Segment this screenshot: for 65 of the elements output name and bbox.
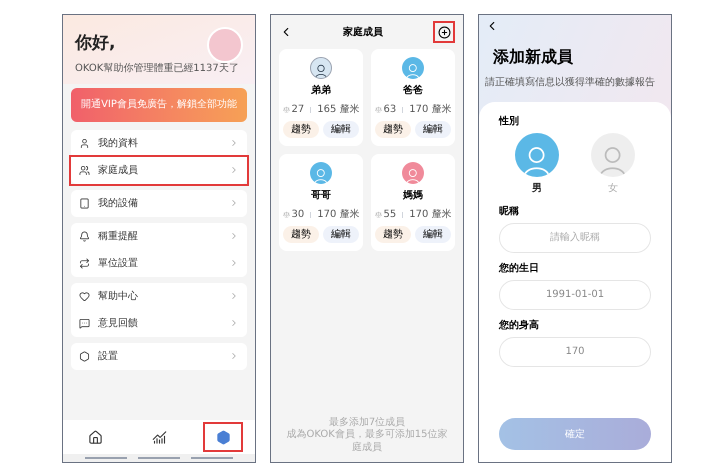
menu-item[interactable]: 我的資料 bbox=[71, 130, 247, 156]
avatar-icon bbox=[402, 57, 424, 79]
field-label: 您的身高 bbox=[499, 318, 540, 332]
height-text: 170 釐米 bbox=[317, 208, 360, 222]
trend-button[interactable]: 趨勢 bbox=[375, 121, 411, 138]
weight-text: 55 bbox=[384, 208, 396, 222]
height-text: 170 釐米 bbox=[409, 102, 452, 117]
scale-icon bbox=[282, 106, 290, 113]
repeat-icon bbox=[79, 258, 90, 268]
avatar-icon bbox=[310, 57, 332, 79]
people-icon bbox=[79, 164, 90, 176]
settings-icon bbox=[216, 430, 230, 444]
greeting: 你好, bbox=[75, 32, 116, 55]
trend-button[interactable]: 趨勢 bbox=[283, 121, 319, 138]
member-name: 媽媽 bbox=[403, 189, 423, 203]
avatar-icon bbox=[402, 162, 424, 184]
member-name: 弟弟 bbox=[311, 84, 331, 98]
field-label: 您的生日 bbox=[499, 262, 540, 276]
trend-button[interactable]: 趨勢 bbox=[375, 226, 411, 243]
height-text: 170 釐米 bbox=[409, 208, 452, 222]
heart-icon bbox=[79, 290, 90, 302]
chat-icon bbox=[79, 318, 90, 328]
edit-button[interactable]: 編輯 bbox=[415, 121, 451, 138]
weight-text: 27 bbox=[292, 103, 304, 117]
subtitle: 請正確填寫信息以獲得準確的數據報告 bbox=[485, 77, 656, 90]
chart-icon bbox=[152, 430, 166, 444]
gender-option[interactable]: 男 bbox=[515, 132, 559, 196]
footer-note: 成為OKOK會員，最多可添加15位家庭成員 bbox=[285, 429, 449, 454]
screen-title: 家庭成員 bbox=[343, 25, 383, 40]
member-name: 爸爸 bbox=[403, 84, 423, 98]
weight-text: 30 bbox=[292, 208, 304, 222]
bell-icon bbox=[79, 230, 90, 242]
footer-note: 最多添加7位成員 bbox=[328, 416, 406, 428]
edit-button[interactable]: 編輯 bbox=[415, 226, 451, 243]
menu-item[interactable]: 設置 bbox=[71, 342, 247, 370]
menu-item[interactable]: 意見回饋 bbox=[71, 310, 247, 336]
add-button[interactable] bbox=[433, 21, 455, 43]
input-field[interactable]: 請輸入昵稱 bbox=[499, 222, 651, 252]
height-text: 165 釐米 bbox=[317, 102, 360, 117]
hexagon-icon bbox=[79, 350, 90, 362]
subtitle: OKOK幫助你管理體重已經1137天了 bbox=[75, 63, 240, 76]
edit-button[interactable]: 編輯 bbox=[323, 121, 359, 138]
scale-icon bbox=[374, 106, 382, 113]
input-field[interactable]: 170 bbox=[499, 336, 651, 366]
menu-item[interactable]: 我的設備 bbox=[71, 190, 247, 216]
plus-icon bbox=[438, 26, 450, 38]
avatar bbox=[207, 27, 243, 63]
input-field[interactable]: 1991-01-01 bbox=[499, 280, 651, 310]
edit-button[interactable]: 編輯 bbox=[323, 226, 359, 243]
menu-item[interactable]: 單位設置 bbox=[71, 250, 247, 276]
menu-item[interactable]: 幫助中心 bbox=[71, 282, 247, 310]
field-label: 性別 bbox=[499, 114, 520, 128]
person-icon bbox=[79, 138, 90, 148]
avatar-icon bbox=[310, 162, 332, 184]
scale-icon bbox=[282, 211, 290, 218]
field-label: 昵稱 bbox=[499, 204, 520, 218]
device-icon bbox=[79, 198, 90, 208]
scale-icon bbox=[374, 211, 382, 218]
menu-item[interactable]: 家庭成員 bbox=[71, 156, 247, 184]
weight-text: 63 bbox=[384, 103, 396, 117]
member-name: 哥哥 bbox=[311, 189, 331, 203]
screen-title: 添加新成員 bbox=[493, 46, 574, 68]
menu-item[interactable]: 稱重提醒 bbox=[71, 222, 247, 250]
home-icon bbox=[88, 430, 102, 444]
trend-button[interactable]: 趨勢 bbox=[283, 226, 319, 243]
